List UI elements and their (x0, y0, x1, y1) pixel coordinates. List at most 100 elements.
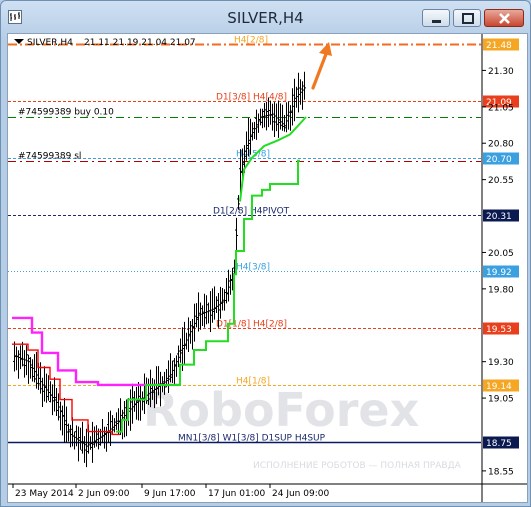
close-button[interactable] (484, 9, 524, 27)
price-bar (67, 423, 70, 442)
price-bar (273, 102, 276, 137)
price-tick-label: 20.55 (488, 176, 514, 186)
price-bar (15, 346, 18, 371)
price-bar (275, 103, 278, 132)
level-label: D1[1/8] H4[2/8] (216, 320, 287, 330)
level-label: H4[1/8] (236, 377, 270, 387)
time-tick-label: 23 May 2014 (15, 489, 74, 499)
level-label: H4[2/8] (234, 36, 268, 46)
price-bar (207, 302, 210, 324)
price-bar (297, 72, 300, 113)
chart-ohlc: 21.11 21.19 21.04 21.07 (84, 38, 196, 48)
price-tag-label: 19.92 (486, 268, 512, 278)
time-tick-label: 17 Jun 01:00 (208, 489, 265, 499)
title-bar[interactable]: SILVER,H4 (1, 1, 530, 33)
price-bar (221, 288, 224, 311)
price-bar (199, 302, 202, 330)
price-bar (215, 296, 218, 314)
price-bar (227, 269, 230, 302)
order-label: #74599389 buy 0.10 (18, 108, 114, 118)
price-bar (135, 386, 138, 420)
price-bar (61, 405, 64, 436)
price-bar (299, 79, 302, 105)
price-bar (85, 428, 88, 468)
price-bar (105, 426, 108, 452)
price-bar (185, 332, 188, 350)
price-bar (49, 381, 52, 403)
price-tag-label: 18.75 (486, 439, 512, 449)
price-tick-label: 19.80 (488, 285, 514, 295)
chart-symbol: SILVER,H4 (27, 38, 73, 48)
watermark-brand: RoboForex (143, 383, 419, 437)
price-bar (95, 425, 98, 447)
price-bar (169, 353, 172, 383)
price-bar (51, 384, 54, 416)
price-bar (53, 377, 56, 412)
time-tick-label: 24 Jun 09:00 (272, 489, 329, 499)
price-bar (43, 366, 46, 402)
price-bar (191, 318, 194, 350)
price-bar (65, 406, 68, 443)
chart-window: SILVER,H4 RoboForex ИСПОЛНЕНИЕ РОБОТОВ —… (0, 0, 531, 507)
price-bar (257, 113, 260, 133)
price-tick-label: 20.05 (488, 249, 514, 259)
forecast-arrow-icon (311, 42, 332, 90)
price-bar (23, 350, 26, 378)
price-bar (173, 357, 176, 385)
price-bar (69, 424, 72, 448)
price-bar (103, 426, 106, 449)
price-bar (219, 286, 222, 319)
price-bar (81, 421, 84, 454)
price-bar (45, 373, 48, 403)
price-bar (21, 341, 24, 367)
price-tag-label: 20.70 (486, 155, 512, 165)
price-bar (203, 293, 206, 328)
price-bar (263, 103, 266, 128)
price-bar (259, 108, 262, 126)
price-bar (303, 71, 306, 100)
price-bar (113, 418, 116, 433)
price-bar (269, 100, 272, 125)
price-bar (251, 122, 254, 141)
price-bar (171, 360, 174, 384)
minimize-button[interactable] (422, 9, 450, 27)
chart-area[interactable]: RoboForex ИСПОЛНЕНИЕ РОБОТОВ — ПОЛНАЯ ПР… (7, 33, 528, 503)
price-tick-label: 20.80 (488, 140, 514, 150)
minimize-icon (432, 20, 441, 23)
price-bar (225, 278, 228, 304)
price-tick-label: 18.55 (488, 467, 514, 477)
forecast-arrow-shaft (311, 52, 328, 90)
price-bar (107, 412, 110, 443)
price-bar (133, 391, 136, 412)
price-bar (201, 305, 204, 327)
price-chart[interactable]: RoboForex ИСПОЛНЕНИЕ РОБОТОВ — ПОЛНАЯ ПР… (8, 34, 527, 502)
price-bar (31, 359, 34, 382)
price-bar (83, 436, 86, 463)
time-tick-label: 2 Jun 09:00 (78, 489, 130, 499)
price-bar (93, 426, 96, 448)
price-bar (291, 88, 294, 126)
price-bar (139, 385, 142, 421)
level-label: D1[3/8] H4[4/8] (216, 93, 287, 103)
restore-button[interactable] (453, 9, 481, 27)
price-bar (197, 292, 200, 332)
price-bar (77, 426, 80, 462)
price-bar (277, 100, 280, 138)
price-tag-label: 20.31 (486, 212, 512, 222)
restore-icon (462, 13, 474, 24)
price-bar (79, 427, 82, 450)
price-bar (189, 321, 192, 344)
price-bar (213, 286, 216, 320)
price-bar (211, 288, 214, 323)
order-label: #74599389 sl (18, 152, 81, 162)
price-bar (109, 410, 112, 447)
price-tag-label: 19.14 (486, 382, 512, 392)
price-bar (59, 401, 62, 431)
time-tick-label: 9 Jun 17:00 (144, 489, 196, 499)
close-icon (499, 13, 510, 24)
chart-header-marker-icon (14, 39, 24, 44)
price-bar (209, 291, 212, 333)
price-bar (131, 383, 134, 424)
price-bar (205, 295, 208, 325)
price-tag-label: 19.53 (486, 325, 512, 335)
